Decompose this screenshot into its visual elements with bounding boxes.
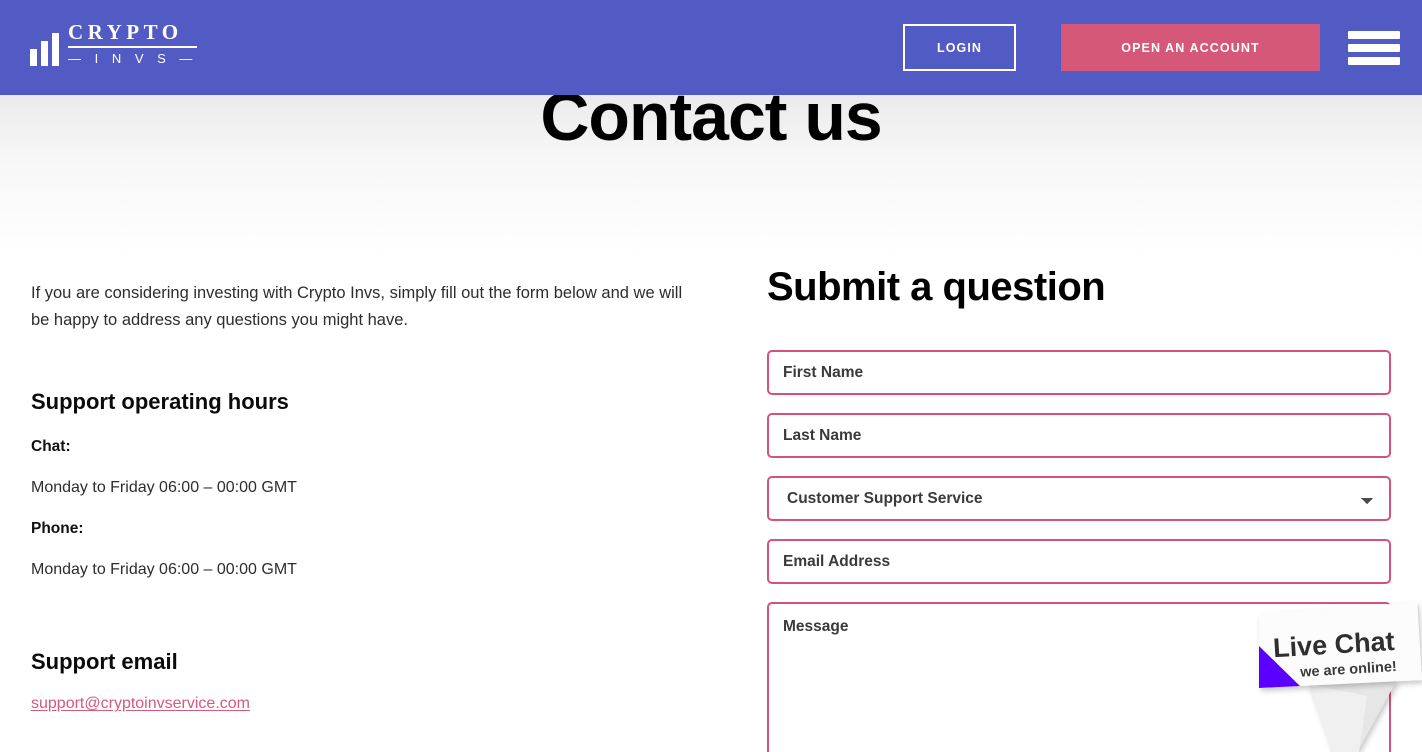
chat-tail-fold [1309,684,1367,752]
chat-label: Chat: [31,438,71,456]
logo-bars-icon [30,33,59,66]
email-address-input[interactable] [767,539,1391,584]
hamburger-bar [1348,56,1400,65]
hamburger-bar [1348,43,1400,52]
site-logo[interactable]: CRYPTO — I N V S — [30,20,198,66]
live-chat-widget[interactable]: Live Chat we are online! [1247,600,1422,752]
open-account-button[interactable]: OPEN AN ACCOUNT [1061,24,1320,71]
hamburger-menu-icon[interactable] [1348,30,1400,65]
support-email-heading: Support email [31,649,178,675]
phone-label: Phone: [31,520,84,538]
logo-text-bottom: — I N V S — [68,51,198,66]
logo-text: CRYPTO — I N V S — [68,20,198,66]
form-title: Submit a question [767,265,1106,309]
phone-hours-value: Monday to Friday 06:00 – 00:00 GMT [31,561,297,579]
login-button[interactable]: LOGIN [903,24,1016,71]
contact-info-column: If you are considering investing with Cr… [31,280,711,713]
chat-hours-value: Monday to Friday 06:00 – 00:00 GMT [31,479,297,497]
site-header: CRYPTO — I N V S — LOGIN OPEN AN ACCOUNT [0,0,1422,95]
first-name-input[interactable] [767,350,1391,395]
support-email-link[interactable]: support@cryptoinvservice.com [31,695,250,713]
intro-paragraph: If you are considering investing with Cr… [31,284,683,329]
live-chat-graphic: Live Chat we are online! [1259,602,1422,752]
hamburger-bar [1348,30,1400,39]
last-name-input[interactable] [767,413,1391,458]
service-select[interactable]: Customer Support Service [767,476,1391,521]
header-actions: LOGIN OPEN AN ACCOUNT [903,0,1422,95]
support-hours-heading: Support operating hours [31,389,289,415]
logo-text-top: CRYPTO [68,20,183,44]
main-content: If you are considering investing with Cr… [0,0,1422,752]
